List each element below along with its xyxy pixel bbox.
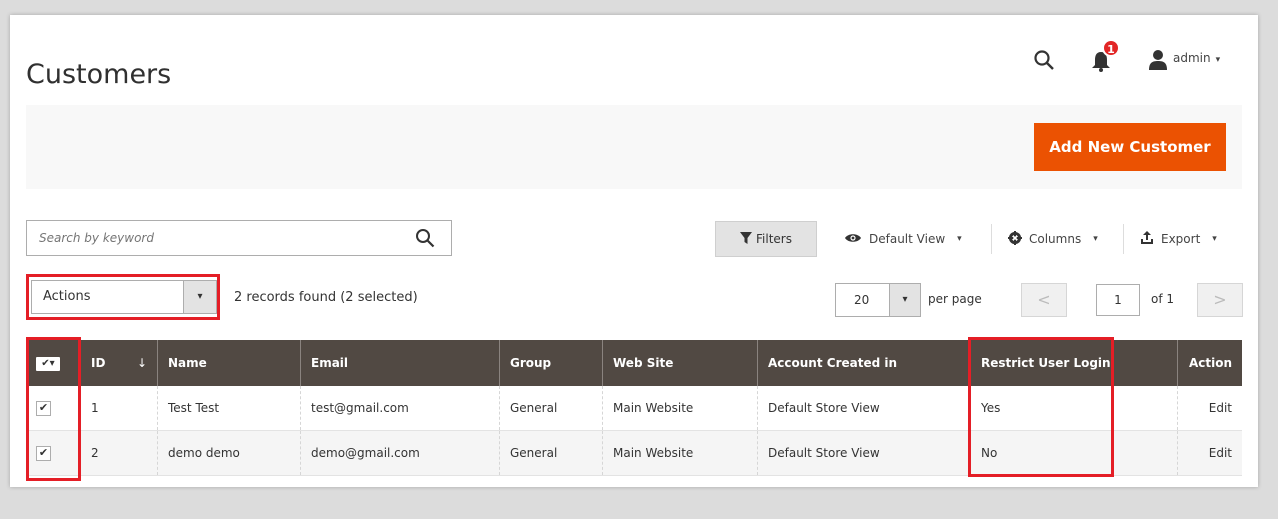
table-row: ✔ 1 Test Test test@gmail.com General Mai… — [26, 386, 1242, 431]
user-menu[interactable]: admin ▾ — [1173, 51, 1220, 65]
gear-icon — [1008, 230, 1022, 248]
column-header-name[interactable]: Name — [157, 340, 301, 386]
export-control[interactable]: Export ▾ — [1140, 225, 1217, 253]
column-header-website[interactable]: Web Site — [602, 340, 758, 386]
cell-created-in: Default Store View — [757, 430, 971, 476]
cell-email: test@gmail.com — [300, 386, 500, 431]
keyword-search — [26, 220, 452, 256]
filter-icon — [740, 231, 752, 247]
per-page-select[interactable]: 20 ▾ — [835, 283, 921, 317]
chevron-down-icon: ▾ — [889, 284, 920, 316]
search-icon[interactable] — [415, 228, 435, 248]
page-title: Customers — [26, 59, 172, 91]
checkmark-icon[interactable]: ✔▾ — [36, 357, 60, 371]
row-checkbox-cell: ✔ — [26, 386, 81, 431]
actions-label: Actions — [43, 289, 91, 304]
column-header-email[interactable]: Email — [300, 340, 500, 386]
filters-label: Filters — [756, 232, 792, 246]
add-new-customer-button[interactable]: Add New Customer — [1034, 123, 1226, 171]
page-total: of 1 — [1151, 292, 1175, 306]
customers-page: Customers 1 admin ▾ Add New Customer Filt… — [10, 15, 1258, 487]
table-row: ✔ 2 demo demo demo@gmail.com General Mai… — [26, 430, 1242, 476]
view-switcher[interactable]: Default View ▾ — [844, 225, 962, 253]
chevron-down-icon: ▾ — [1212, 234, 1217, 244]
export-label: Export — [1161, 232, 1201, 246]
prev-page-button[interactable]: < — [1021, 283, 1067, 317]
notification-badge: 1 — [1102, 39, 1120, 57]
eye-icon — [844, 232, 862, 247]
columns-control[interactable]: Columns ▾ — [1008, 225, 1098, 253]
column-header-group[interactable]: Group — [499, 340, 603, 386]
user-icon[interactable] — [1148, 49, 1168, 71]
select-all-header[interactable]: ✔▾ — [26, 340, 81, 386]
view-label: Default View — [869, 232, 946, 246]
divider — [991, 224, 992, 254]
chevron-down-icon: ▾ — [1093, 234, 1098, 244]
cell-group: General — [499, 386, 603, 431]
column-header-id[interactable]: ID ↓ — [80, 340, 158, 386]
page-actions-bar: Add New Customer — [26, 105, 1242, 189]
chevron-down-icon: ▾ — [957, 234, 962, 244]
row-checkbox[interactable]: ✔ — [36, 446, 51, 461]
edit-link[interactable]: Edit — [1177, 386, 1242, 431]
user-name: admin — [1173, 51, 1211, 65]
cell-website: Main Website — [602, 430, 758, 476]
cell-id: 2 — [80, 430, 158, 476]
cell-name: demo demo — [157, 430, 301, 476]
per-page-value: 20 — [854, 293, 870, 307]
sort-arrow-icon: ↓ — [136, 356, 147, 370]
records-count: 2 records found (2 selected) — [234, 290, 418, 305]
chevron-down-icon: ▾ — [183, 281, 216, 313]
search-icon[interactable] — [1033, 49, 1055, 71]
filters-button[interactable]: Filters — [715, 221, 817, 257]
columns-label: Columns — [1029, 232, 1082, 246]
cell-group: General — [499, 430, 603, 476]
page-number-input[interactable]: 1 — [1096, 284, 1140, 316]
cell-website: Main Website — [602, 386, 758, 431]
cell-created-in: Default Store View — [757, 386, 971, 431]
column-header-created-in[interactable]: Account Created in — [757, 340, 971, 386]
column-header-action: Action — [1177, 340, 1242, 386]
divider — [1123, 224, 1124, 254]
row-checkbox-cell: ✔ — [26, 430, 81, 476]
cell-restrict-login: Yes — [970, 386, 1178, 431]
column-header-restrict-login[interactable]: Restrict User Login — [970, 340, 1178, 386]
cell-restrict-login: No — [970, 430, 1178, 476]
chevron-down-icon: ▾ — [1215, 55, 1221, 65]
cell-name: Test Test — [157, 386, 301, 431]
row-checkbox[interactable]: ✔ — [36, 401, 51, 416]
edit-link[interactable]: Edit — [1177, 430, 1242, 476]
next-page-button[interactable]: > — [1197, 283, 1243, 317]
cell-id: 1 — [80, 386, 158, 431]
customers-grid: ✔▾ ID ↓ Name Email Group Web Site Account… — [26, 340, 1242, 476]
grid-header-row: ✔▾ ID ↓ Name Email Group Web Site Account… — [26, 340, 1242, 386]
cell-email: demo@gmail.com — [300, 430, 500, 476]
per-page-label: per page — [928, 292, 982, 306]
mass-actions-select[interactable]: Actions ▾ — [31, 280, 217, 314]
search-input[interactable] — [37, 221, 401, 255]
export-icon — [1140, 230, 1154, 248]
